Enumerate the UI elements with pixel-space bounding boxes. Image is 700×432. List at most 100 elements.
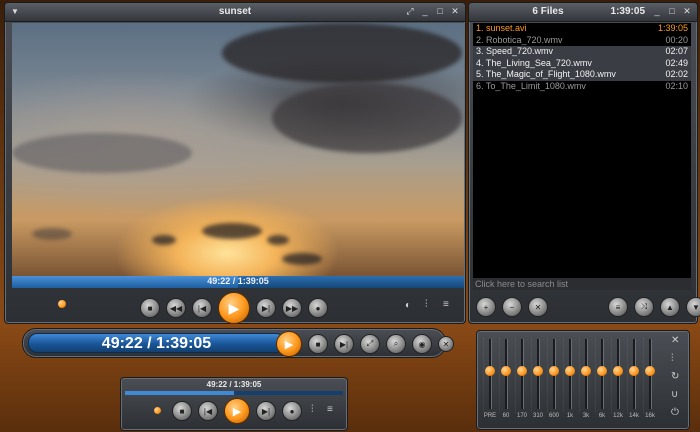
eq-knob[interactable] <box>565 366 575 376</box>
cloud-shape <box>222 23 462 83</box>
maximize-icon[interactable]: □ <box>434 5 446 17</box>
power-icon[interactable]: ⏻ <box>671 407 679 418</box>
eq-slider-310[interactable] <box>533 339 543 409</box>
eq-band-label: 16k <box>645 413 655 419</box>
minimize-icon[interactable]: _ <box>419 5 431 17</box>
close-icon[interactable]: ✕ <box>681 5 693 17</box>
list-item[interactable]: 5. The_Magic_of_Flight_1080.wmv 02:02 <box>473 69 691 81</box>
open-button[interactable]: ● <box>308 298 328 318</box>
eq-slider-16k[interactable] <box>645 339 655 409</box>
eq-slider-6k[interactable] <box>597 339 607 409</box>
eq-knob[interactable] <box>517 366 527 376</box>
eq-slider-60[interactable] <box>501 339 511 409</box>
playlist-icon[interactable]: ≡ <box>327 404 333 415</box>
play-button[interactable]: ▶ <box>276 331 302 357</box>
small-seek-bar-fill <box>125 391 234 395</box>
next-button[interactable]: ▶| <box>256 401 276 421</box>
scroll-down-button[interactable]: ▼ <box>686 297 700 317</box>
eq-band-label: 12k <box>613 413 623 419</box>
close-icon[interactable]: ✕ <box>671 335 679 346</box>
eq-slider-600[interactable] <box>549 339 559 409</box>
previous-button[interactable]: |◀ <box>198 401 218 421</box>
next-button[interactable]: ▶| <box>256 298 276 318</box>
eq-slider-pre[interactable] <box>485 339 495 409</box>
fullscreen-button[interactable]: ⤢ <box>360 334 380 354</box>
list-item[interactable]: 4. The_Living_Sea_720.wmv 02:49 <box>473 57 691 69</box>
stop-button[interactable]: ■ <box>308 334 328 354</box>
add-file-button[interactable]: + <box>476 297 496 317</box>
close-icon[interactable]: ✕ <box>449 5 461 17</box>
playlist-icon[interactable]: ≡ <box>443 299 449 310</box>
close-button[interactable]: ✕ <box>438 336 454 352</box>
playlist-total-time: 1:39:05 <box>610 6 645 17</box>
eq-knob[interactable] <box>645 366 655 376</box>
eq-slider-12k[interactable] <box>613 339 623 409</box>
scroll-up-button[interactable]: ▲ <box>660 297 680 317</box>
mini-seek-bar[interactable]: 49:22 / 1:39:05 <box>28 333 285 353</box>
preset-icon[interactable]: ∪ <box>671 389 678 400</box>
eq-knob[interactable] <box>629 366 639 376</box>
eq-knob[interactable] <box>485 366 495 376</box>
eq-knob[interactable] <box>581 366 591 376</box>
capture-button[interactable]: ◉ <box>412 334 432 354</box>
equalizer-icon[interactable]: ⫶ <box>671 353 674 364</box>
list-item[interactable]: 1. sunset.avi 1:39:05 <box>473 23 691 35</box>
volume-knob[interactable] <box>58 300 66 308</box>
equalizer-icon[interactable]: ⫶ <box>425 299 428 310</box>
eq-band-label: 60 <box>502 413 510 419</box>
playlist-titlebar[interactable]: 6 Files 1:39:05 _ □ ✕ <box>469 3 697 22</box>
cloud-shape <box>152 235 176 245</box>
eq-band-label: 1k <box>566 413 574 419</box>
cloud-shape <box>202 223 262 239</box>
list-item[interactable]: 6. To_The_Limit_1080.wmv 02:10 <box>473 81 691 93</box>
play-button[interactable]: ▶ <box>224 398 250 424</box>
eq-knob[interactable] <box>597 366 607 376</box>
list-item[interactable]: 2. Robotica_720.wmv 00:20 <box>473 35 691 47</box>
small-time: 49:22 / 1:39:05 <box>206 380 262 389</box>
maximize-icon[interactable]: □ <box>666 5 678 17</box>
zoom-button[interactable]: ⌕ <box>386 334 406 354</box>
open-button[interactable]: ● <box>282 401 302 421</box>
small-seek-bar[interactable] <box>125 391 343 395</box>
mini-time: 49:22 / 1:39:05 <box>101 335 212 352</box>
previous-button[interactable]: |◀ <box>192 298 212 318</box>
video-display[interactable] <box>12 23 464 276</box>
playlist-list[interactable]: 1. sunset.avi 1:39:05 2. Robotica_720.wmv… <box>473 23 691 278</box>
eq-knob[interactable] <box>613 366 623 376</box>
remove-file-button[interactable]: − <box>502 297 522 317</box>
main-titlebar[interactable]: ▼ sunset ⤢ _ □ ✕ <box>5 3 465 22</box>
stop-button[interactable]: ■ <box>140 298 160 318</box>
stop-button[interactable]: ■ <box>172 401 192 421</box>
eq-slider-14k[interactable] <box>629 339 639 409</box>
eq-band-label: 14k <box>629 413 639 419</box>
equalizer-icon[interactable]: ⫶ <box>311 404 314 415</box>
eq-slider-170[interactable] <box>517 339 527 409</box>
mute-icon[interactable]: ◐ <box>405 300 411 311</box>
reset-icon[interactable]: ↻ <box>671 371 679 382</box>
eq-knob[interactable] <box>549 366 559 376</box>
volume-knob[interactable] <box>154 407 161 414</box>
cloud-shape <box>272 83 462 153</box>
eq-slider-3k[interactable] <box>581 339 591 409</box>
cloud-shape <box>267 235 289 245</box>
eq-knob[interactable] <box>501 366 511 376</box>
eq-band-label: 310 <box>532 413 543 419</box>
fast-forward-button[interactable]: ▶▶ <box>282 298 302 318</box>
shuffle-button[interactable]: ⤨ <box>634 297 654 317</box>
play-button[interactable]: ▶ <box>218 292 250 324</box>
eq-band-label: 6k <box>598 413 606 419</box>
rewind-button[interactable]: ◀◀ <box>166 298 186 318</box>
clear-list-button[interactable]: ✕ <box>528 297 548 317</box>
minimize-icon[interactable]: _ <box>651 5 663 17</box>
sort-button[interactable]: ≡ <box>608 297 628 317</box>
seek-bar[interactable]: 49:22 / 1:39:05 <box>12 276 464 288</box>
search-input[interactable]: Click here to search list <box>473 278 691 290</box>
equalizer-window: PRE 60 170 310 600 1k 3k 6k 12k 14k 16k ✕ ⫶ ↻ ∪ ⏻ <box>476 330 690 430</box>
next-button[interactable]: ▶| <box>334 334 354 354</box>
fullscreen-icon[interactable]: ⤢ <box>404 5 416 17</box>
list-item[interactable]: 3. Speed_720.wmv 02:07 <box>473 46 691 58</box>
cloud-shape <box>12 133 192 173</box>
playlist-controls-right: ≡ ⤨ ▲ ▼ <box>605 297 700 317</box>
eq-slider-1k[interactable] <box>565 339 575 409</box>
eq-knob[interactable] <box>533 366 543 376</box>
